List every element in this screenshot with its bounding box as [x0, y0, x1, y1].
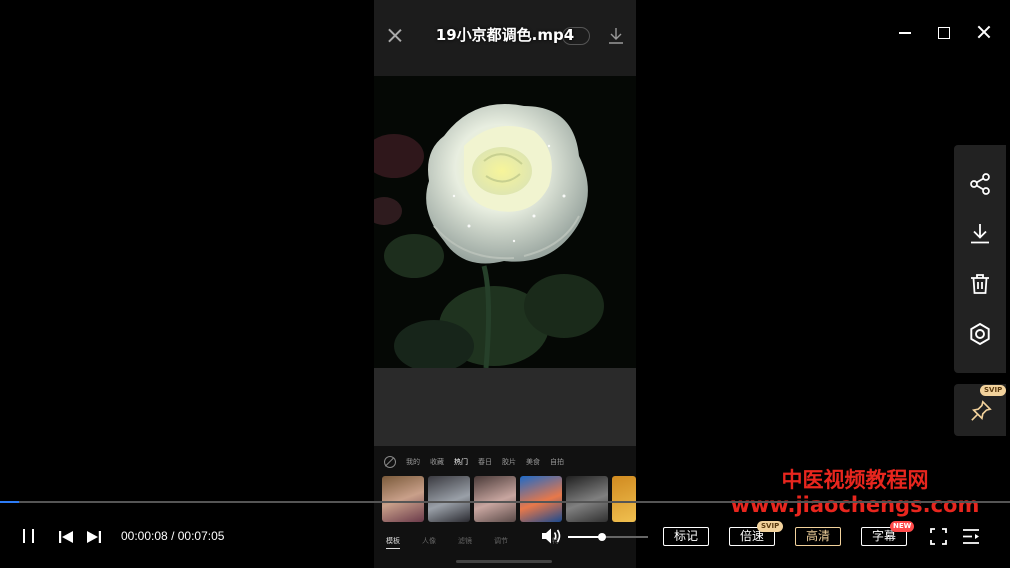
share-icon[interactable]: [968, 172, 992, 196]
filter-thumbnails: [382, 476, 636, 522]
filter-categories: 我的 收藏 热门 春日 胶片 美食 自拍: [384, 456, 564, 468]
filter-cat: 春日: [478, 458, 492, 466]
filter-thumbnail: [474, 476, 516, 522]
minimize-icon[interactable]: [895, 22, 915, 42]
video-filter-panel: 我的 收藏 热门 春日 胶片 美食 自拍 模板 人像 滤镜 调节 特: [374, 446, 636, 568]
filter-thumbnail: [612, 476, 636, 522]
volume-icon[interactable]: [541, 527, 563, 549]
pause-button[interactable]: [20, 528, 38, 548]
quality-button[interactable]: 高清: [795, 527, 841, 546]
next-button[interactable]: [86, 529, 102, 548]
progress-fill: [0, 501, 20, 503]
filter-cat: 胶片: [502, 458, 516, 466]
settings-ring-icon[interactable]: [968, 322, 992, 346]
video-title: 19小京都调色.mp4: [435, 26, 575, 44]
filter-thumbnail: [566, 476, 608, 522]
time-display: 00:00:08 / 00:07:05: [121, 529, 224, 543]
watermark-line2: www.jiaochengs.com: [730, 493, 980, 517]
pin-svip-badge: SVIP: [980, 385, 1007, 396]
filter-cat: 美食: [526, 458, 540, 466]
fullscreen-icon[interactable]: [930, 528, 947, 549]
current-time: 00:00:08: [121, 529, 168, 543]
subtitle-new-badge: NEW: [890, 521, 915, 532]
pin-button[interactable]: SVIP: [954, 384, 1007, 436]
progress-bar[interactable]: [0, 501, 1010, 503]
filter-thumbnail: [520, 476, 562, 522]
speed-svip-badge: SVIP: [757, 521, 784, 532]
video-tab: 滤镜: [458, 537, 472, 545]
previous-button[interactable]: [58, 529, 74, 548]
rose-photo: [374, 76, 636, 368]
volume-knob[interactable]: [597, 533, 606, 541]
video-tab: 调节: [494, 537, 508, 545]
filter-cat: 我的: [406, 458, 420, 466]
pin-icon: [970, 400, 992, 426]
maximize-icon[interactable]: [933, 22, 953, 42]
trash-icon[interactable]: [968, 272, 992, 296]
no-filter-icon: [384, 456, 396, 468]
filter-thumbnail: [428, 476, 470, 522]
volume-fill: [568, 536, 602, 538]
playlist-icon[interactable]: [962, 528, 981, 549]
total-time: 00:07:05: [177, 529, 225, 543]
video-tab: 人像: [422, 537, 436, 545]
video-home-indicator: [456, 560, 552, 563]
watermark-line1: 中医视频教程网: [781, 468, 929, 492]
video-frame: 我的 收藏 热门 春日 胶片 美食 自拍 模板 人像 滤镜 调节 特: [374, 0, 636, 568]
video-gray-band: [374, 368, 636, 446]
filter-thumbnail: [382, 476, 424, 522]
video-bottom-tabs: 模板 人像 滤镜 调节 特: [386, 536, 559, 549]
volume-slider[interactable]: [568, 533, 648, 541]
filter-cat: 收藏: [430, 458, 444, 466]
side-menu: [954, 145, 1006, 373]
download-icon[interactable]: [968, 222, 992, 246]
filter-cat: 热门: [454, 458, 468, 466]
close-icon[interactable]: [974, 22, 994, 42]
mark-button[interactable]: 标记: [663, 527, 709, 546]
video-tab: 模板: [386, 536, 400, 549]
time-separator: /: [171, 529, 175, 543]
filter-cat: 自拍: [550, 458, 564, 466]
